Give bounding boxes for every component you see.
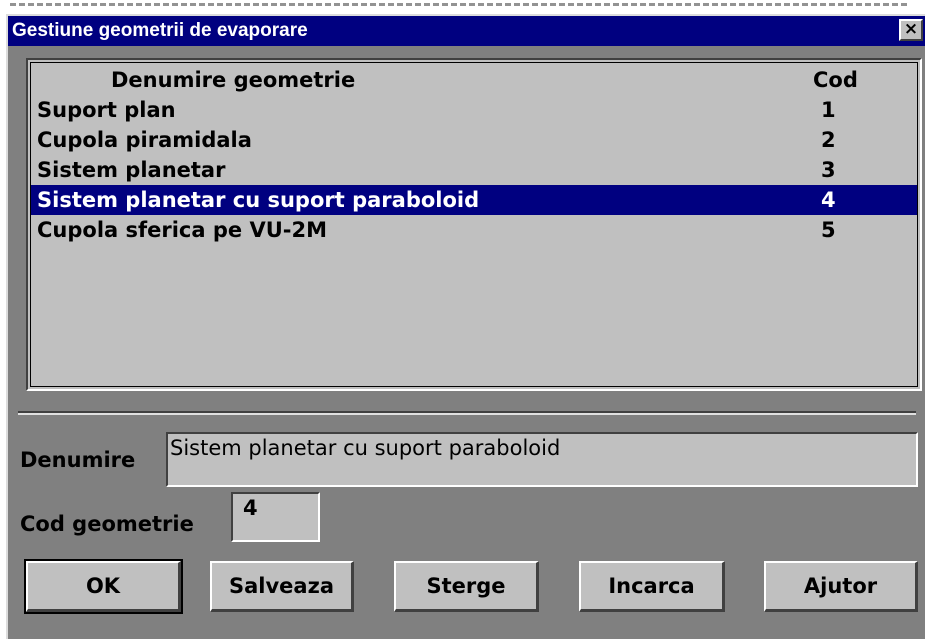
row-code: 3 xyxy=(821,158,836,182)
ok-button[interactable]: OK xyxy=(24,559,183,614)
row-name: Suport plan xyxy=(37,98,176,122)
column-header-name: Denumire geometrie xyxy=(111,68,356,92)
table-row[interactable]: Cupola piramidala 2 xyxy=(31,125,917,155)
delete-button[interactable]: Sterge xyxy=(394,561,539,612)
code-input[interactable]: 4 xyxy=(231,492,320,542)
row-name: Cupola sferica pe VU-2M xyxy=(37,218,327,242)
row-name: Sistem planetar xyxy=(37,158,226,182)
name-input-value: Sistem planetar cu suport paraboloid xyxy=(170,436,561,460)
row-name: Sistem planetar cu suport paraboloid xyxy=(37,188,480,212)
table-row[interactable]: Cupola sferica pe VU-2M 5 xyxy=(31,215,917,245)
geometry-list-body: Denumire geometrie Cod Suport plan 1 Cup… xyxy=(30,62,918,387)
row-code: 4 xyxy=(821,188,836,212)
row-code: 5 xyxy=(821,218,836,242)
cropped-text-fragment xyxy=(10,3,910,6)
table-row[interactable]: Sistem planetar 3 xyxy=(31,155,917,185)
code-label: Cod geometrie xyxy=(20,512,194,536)
cropped-text-strip xyxy=(0,0,925,14)
dialog-window: Gestiune geometrii de evaporare × Denumi… xyxy=(6,14,925,639)
table-row[interactable]: Sistem planetar cu suport paraboloid 4 xyxy=(31,185,917,215)
close-icon: × xyxy=(903,19,919,39)
close-button[interactable]: × xyxy=(899,19,923,41)
list-header: Denumire geometrie Cod xyxy=(31,63,917,95)
name-label: Denumire xyxy=(20,448,136,472)
geometry-list[interactable]: Denumire geometrie Cod Suport plan 1 Cup… xyxy=(26,58,922,391)
code-input-value: 4 xyxy=(243,496,258,520)
row-name: Cupola piramidala xyxy=(37,128,252,152)
load-button[interactable]: Incarca xyxy=(579,561,725,612)
window-title: Gestiune geometrii de evaporare xyxy=(12,20,308,41)
table-row[interactable]: Suport plan 1 xyxy=(31,95,917,125)
help-button[interactable]: Ajutor xyxy=(764,561,918,612)
row-code: 1 xyxy=(821,98,836,122)
save-button[interactable]: Salveaza xyxy=(210,561,354,612)
column-header-code: Cod xyxy=(813,68,858,92)
row-code: 2 xyxy=(821,128,836,152)
title-bar[interactable]: Gestiune geometrii de evaporare × xyxy=(8,16,925,46)
section-divider-highlight xyxy=(18,413,916,415)
name-input[interactable]: Sistem planetar cu suport paraboloid xyxy=(166,432,918,487)
